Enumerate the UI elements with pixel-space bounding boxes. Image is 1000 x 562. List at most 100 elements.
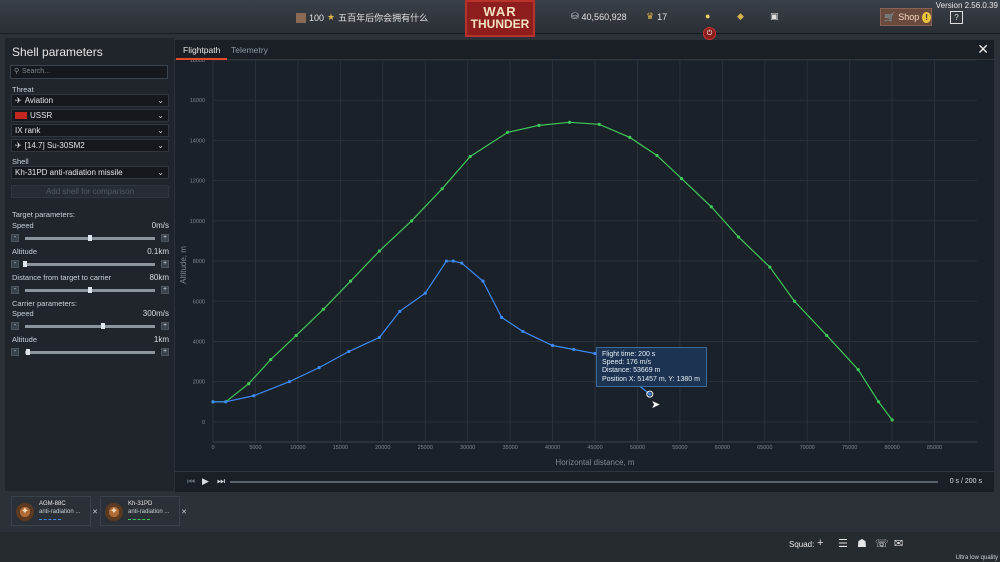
tab-telemetry[interactable]: Telemetry [231, 45, 268, 55]
country-select[interactable]: USSR ⌄ [11, 109, 169, 122]
vehicle-select[interactable]: ✈ [14.7] Su-30SM2 ⌄ [11, 139, 169, 152]
data-point [444, 259, 449, 263]
x-tick-label: 70000 [800, 445, 815, 451]
skip-back-icon[interactable]: ⏮ [187, 476, 195, 487]
slider-thumb[interactable] [88, 235, 92, 241]
tooltip-flight-time: Flight time: 200 s [602, 351, 656, 358]
data-point [736, 235, 741, 239]
data-point [597, 122, 601, 126]
remove-card-icon[interactable]: ✕ [181, 508, 187, 516]
carrier-altitude-label: Altitude [12, 335, 38, 344]
slider-thumb[interactable] [23, 261, 27, 267]
x-tick-label: 35000 [502, 445, 517, 451]
cart-icon: 🛒 [884, 11, 896, 22]
shell-select[interactable]: Kh-31PD anti-radiation missile ⌄ [11, 166, 169, 179]
vehicle-value: [14.7] Su-30SM2 [24, 141, 85, 150]
data-point [679, 177, 684, 181]
carrier-altitude-slider[interactable]: - + [11, 348, 169, 356]
slider-track[interactable] [25, 287, 155, 293]
mail-icon[interactable]: ✉ [894, 537, 903, 550]
data-point [252, 394, 256, 398]
slider-track[interactable] [23, 261, 155, 267]
x-tick-label: 10000 [290, 445, 305, 451]
player-rank[interactable]: 100 ★ 五百年后你会拥有什么 [296, 11, 428, 24]
increment-button[interactable]: + [161, 234, 169, 242]
data-point [792, 299, 797, 303]
slider-thumb[interactable] [25, 349, 30, 355]
shop-button[interactable]: 🛒 Shop ! [880, 8, 932, 26]
list-icon[interactable]: ☰ [838, 537, 848, 550]
war-thunder-logo[interactable]: WAR THUNDER [465, 0, 535, 37]
power-icon[interactable]: ⏻ [703, 27, 716, 40]
logo-line2: THUNDER [470, 17, 530, 31]
plane-icon: ✈ [15, 96, 22, 105]
y-tick-label: 12000 [190, 179, 205, 185]
battle-pass-icon[interactable]: ▣ [770, 11, 779, 22]
help-button[interactable]: ? [950, 11, 963, 24]
x-tick-label: 5000 [249, 445, 261, 451]
skip-forward-icon[interactable]: ⏭ [217, 476, 225, 487]
slider-track[interactable] [25, 323, 155, 329]
search-input[interactable]: ⚲ Search... [10, 65, 168, 79]
carrier-speed-value: 300m/s [142, 309, 169, 318]
lightbulb-icon[interactable]: ● [705, 11, 710, 21]
target-speed-slider[interactable]: - + [11, 234, 169, 242]
silver-lions-icon: ⛁ [571, 11, 579, 21]
threat-select[interactable]: ✈ Aviation ⌄ [11, 94, 169, 107]
panel-title: Shell parameters [12, 45, 103, 59]
country-value: USSR [30, 111, 53, 120]
decrement-button[interactable]: - [11, 260, 19, 268]
tooltip-speed: Speed: 176 m/s [602, 359, 652, 367]
increment-button[interactable]: + [161, 348, 169, 356]
rank-number: 100 [309, 12, 325, 23]
decrement-button[interactable]: - [11, 234, 19, 242]
target-altitude-slider[interactable]: - + [11, 260, 169, 268]
tab-bar: Flightpath Telemetry ✕ [175, 40, 994, 60]
slider-thumb[interactable] [101, 323, 105, 329]
y-tick-label: 0 [202, 420, 205, 426]
decrement-button[interactable]: - [11, 322, 19, 330]
decrement-button[interactable]: - [11, 348, 19, 356]
chat-icon[interactable]: ☏ [875, 537, 889, 550]
rank-value: IX rank [15, 126, 41, 135]
shell-card-agm88c[interactable]: ✦ AGM-88C anti-radiation ... ✕ [11, 496, 98, 526]
chevron-down-icon: ⌄ [157, 168, 164, 177]
premium-icon[interactable]: ◆ [737, 11, 744, 22]
data-point [572, 347, 576, 352]
target-speed-label: Speed [12, 221, 34, 230]
silver-lions[interactable]: ⛁ 40,560,928 [571, 11, 627, 22]
add-shell-button[interactable]: Add shell for comparison [11, 185, 169, 198]
shell-value: Kh-31PD anti-radiation missile [15, 168, 123, 177]
x-tick-label: 30000 [460, 445, 475, 451]
chevron-down-icon: ⌄ [157, 111, 164, 120]
increment-button[interactable]: + [161, 322, 169, 330]
increment-button[interactable]: + [161, 260, 169, 268]
decrement-button[interactable]: - [11, 286, 19, 294]
playback-track[interactable] [230, 481, 938, 483]
data-point [505, 130, 510, 134]
close-icon[interactable]: ✕ [977, 42, 989, 56]
players-icon[interactable]: ☗ [857, 537, 867, 550]
play-icon[interactable]: ▶ [202, 476, 209, 487]
data-point [211, 400, 215, 404]
missile-icon: ✦ [16, 503, 34, 521]
x-tick-label: 80000 [884, 445, 899, 451]
golden-eagles[interactable]: ♛ 17 [646, 11, 667, 22]
top-bar: Version 2.56.0.39 100 ★ 五百年后你会拥有什么 WAR T… [0, 0, 1000, 40]
add-squad-icon[interactable]: + [817, 537, 823, 549]
increment-button[interactable]: + [161, 286, 169, 294]
slider-thumb[interactable] [88, 287, 92, 293]
distance-slider[interactable]: - + [11, 286, 169, 294]
flightpath-chart[interactable]: 0 2000 4000 6000 8000 10000 12000 14000 16000 180… [175, 60, 994, 471]
shell-card-kh31pd[interactable]: ✦ Kh-31PD anti-radiation ... ✕ [100, 496, 187, 526]
tab-flightpath[interactable]: Flightpath [175, 45, 228, 60]
rank-select[interactable]: IX rank ⌄ [11, 124, 169, 137]
slider-track[interactable] [25, 349, 155, 355]
series-line-1 [213, 260, 651, 403]
series-color-line [128, 519, 150, 521]
slider-track[interactable] [25, 235, 155, 241]
mouse-cursor-icon: ➤ [651, 399, 661, 411]
threat-label: Threat [12, 85, 34, 94]
remove-card-icon[interactable]: ✕ [92, 508, 98, 516]
carrier-speed-slider[interactable]: - + [11, 322, 169, 330]
